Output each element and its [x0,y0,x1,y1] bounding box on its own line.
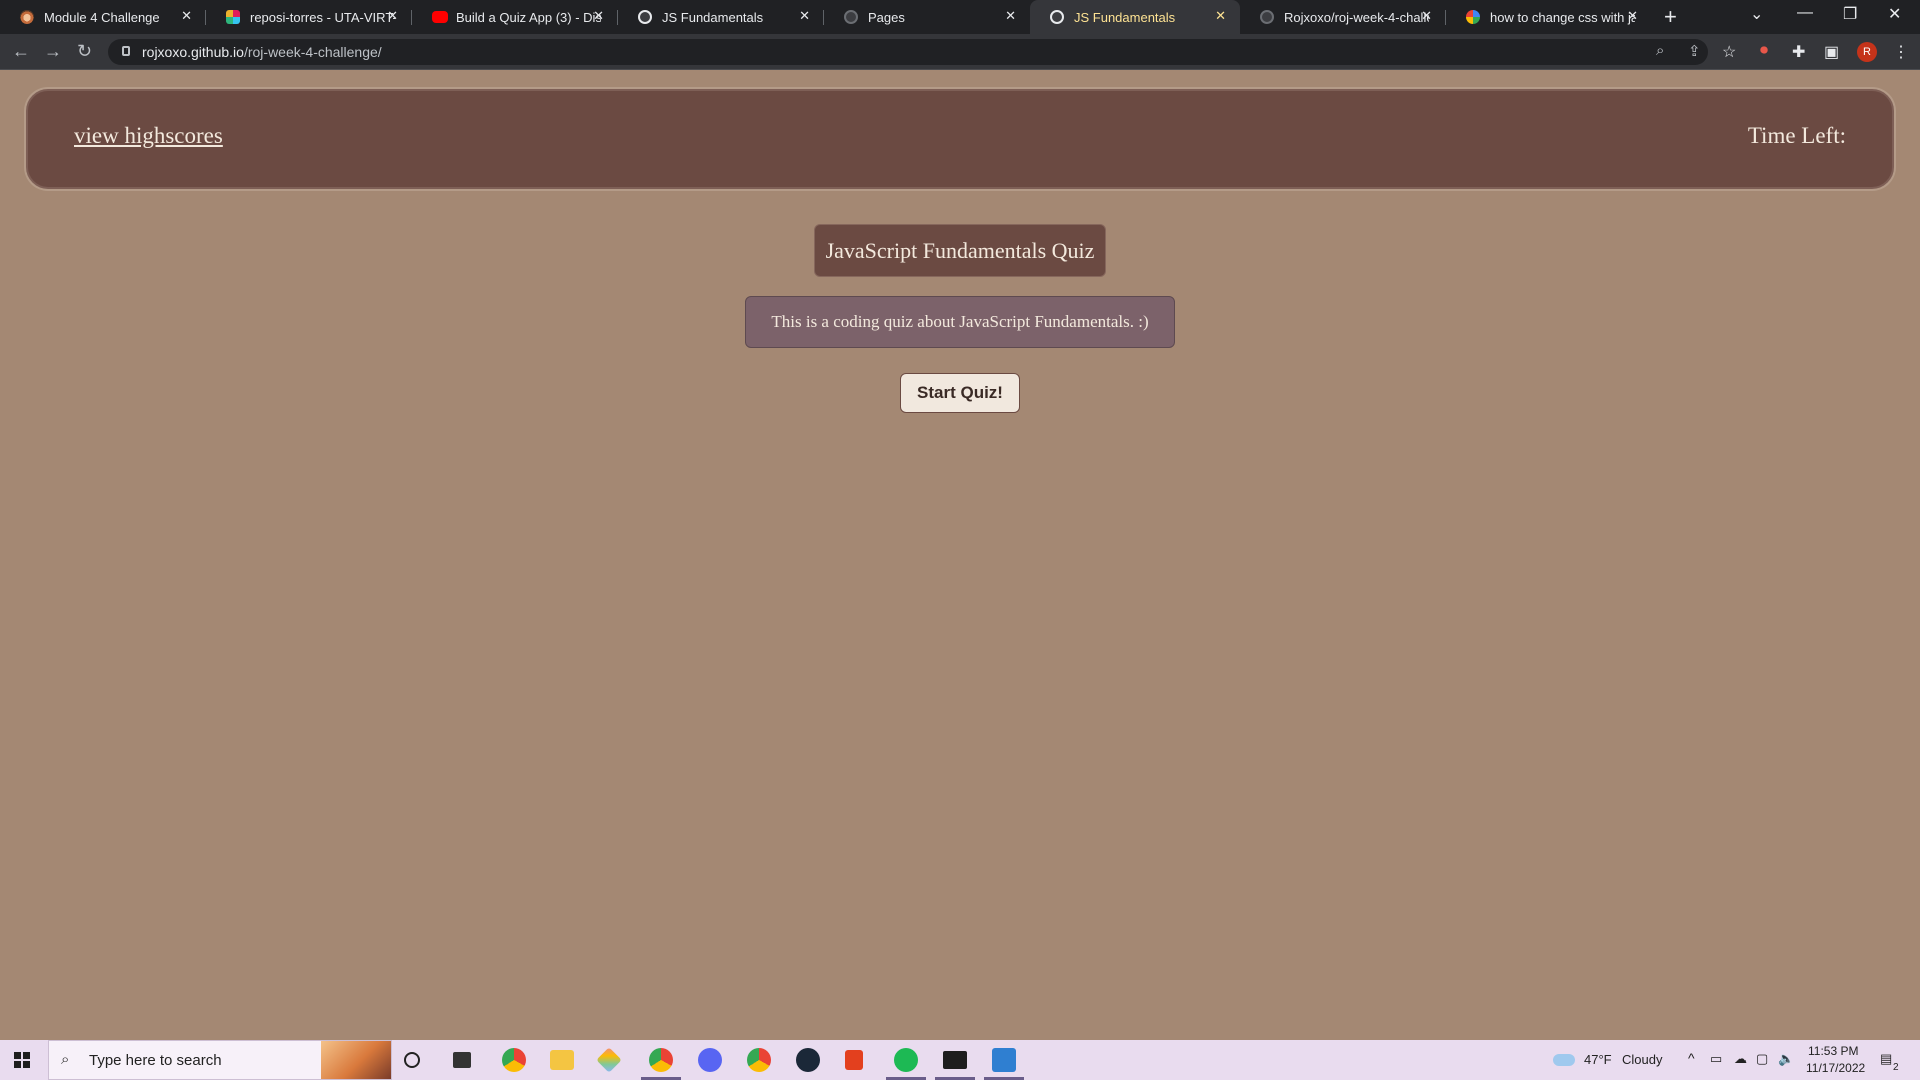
new-tab-plus-icon[interactable]: + [1664,4,1677,30]
search-icon: ⌕ [61,1051,70,1068]
restore-icon[interactable]: ❐ [1843,4,1857,24]
page-content: view highscores Time Left: JavaScript Fu… [0,71,1920,1040]
extensions-puzzle-icon[interactable]: ✚ [1792,42,1805,62]
minimize-icon[interactable]: — [1797,4,1813,22]
app-diamond-icon[interactable] [596,1047,622,1073]
display-icon[interactable]: ▢ [1756,1051,1768,1067]
close-icon[interactable]: ✕ [387,8,398,24]
tab-js-fundamentals[interactable]: JS Fundamentals ✕ [618,0,824,34]
terminal-icon[interactable] [943,1051,967,1069]
view-highscores-link[interactable]: view highscores [74,123,223,149]
github-icon [1260,10,1274,24]
tab-search-chevron-icon[interactable]: ⌄ [1750,4,1763,24]
profile-avatar[interactable]: R [1857,42,1877,62]
youtube-icon [432,11,448,23]
weather-condition[interactable]: Cloudy [1622,1052,1662,1067]
notifications-icon[interactable]: ▤ [1880,1051,1892,1067]
back-arrow-icon[interactable]: ← [12,41,30,62]
close-icon[interactable]: ✕ [593,8,604,24]
close-icon[interactable]: ✕ [1215,8,1226,24]
vscode-icon[interactable] [992,1048,1016,1072]
share-icon[interactable]: ⇪ [1688,42,1701,60]
browser-toolbar: ← → ↻ rojxoxo.github.io/roj-week-4-chall… [0,34,1920,70]
search-highlight-art [321,1041,391,1079]
clock-date[interactable]: 11/17/2022 [1806,1061,1865,1075]
task-view-icon[interactable] [453,1052,471,1068]
lock-icon [122,46,130,56]
clock-time[interactable]: 11:53 PM [1808,1044,1858,1058]
tab-title: JS Fundamentals [662,10,764,25]
github-icon [844,10,858,24]
tab-title: Build a Quiz App (3) - Disp [456,10,601,25]
tab-strip: Module 4 Challenge ✕ reposi-torres - UTA… [0,0,1920,34]
file-explorer-icon[interactable] [550,1050,574,1070]
tab-title: Rojxoxo/roj-week-4-challe [1284,10,1429,25]
quiz-header: view highscores Time Left: [26,89,1894,189]
close-icon[interactable]: ✕ [1005,8,1016,24]
quiz-description: This is a coding quiz about JavaScript F… [745,296,1175,348]
cortana-icon[interactable] [404,1052,420,1068]
network-icon[interactable]: ▭ [1710,1051,1722,1067]
tab-rojxoxo-repo[interactable]: Rojxoxo/roj-week-4-challe ✕ [1240,0,1446,34]
chrome-icon[interactable] [502,1048,526,1072]
close-icon[interactable]: ✕ [1421,8,1432,24]
globe-icon [1050,10,1064,24]
bookmark-star-icon[interactable]: ☆ [1722,42,1736,62]
tab-title: Pages [868,10,905,25]
tab-title: how to change css with ja [1490,10,1635,25]
tab-build-a-quiz-app[interactable]: Build a Quiz App (3) - Disp ✕ [412,0,618,34]
slack-icon [226,10,240,24]
forward-arrow-icon[interactable]: → [44,41,62,62]
cloud-icon[interactable] [1553,1054,1575,1066]
time-left-label: Time Left: [1747,123,1846,148]
chevron-up-icon[interactable]: ^ [1688,1050,1695,1066]
address-bar[interactable]: rojxoxo.github.io/roj-week-4-challenge/ … [108,39,1708,65]
spotify-icon[interactable] [894,1048,918,1072]
extension-record-icon[interactable]: ⏺ [1760,42,1768,60]
tab-reposi-torres[interactable]: reposi-torres - UTA-VIRT-F ✕ [206,0,412,34]
tab-title: JS Fundamentals [1074,10,1176,25]
close-icon[interactable]: ✕ [799,8,810,24]
close-icon[interactable]: ✕ [1627,8,1638,24]
menu-kebab-icon[interactable]: ⋮ [1893,42,1909,62]
windows-start-icon[interactable] [14,1052,30,1068]
notification-count: 2 [1893,1062,1899,1073]
google-icon [1466,10,1480,24]
tab-module-4-challenge[interactable]: Module 4 Challenge ✕ [0,0,206,34]
close-icon[interactable]: ✕ [181,8,192,24]
tab-js-fundamentals-active[interactable]: JS Fundamentals ✕ [1030,0,1240,34]
tab-pages[interactable]: Pages ✕ [824,0,1030,34]
taskbar-search-box[interactable]: ⌕ Type here to search [48,1040,392,1080]
tab-title: reposi-torres - UTA-VIRT-F [250,10,395,25]
chrome-profile-icon[interactable] [649,1048,673,1072]
start-quiz-button[interactable]: Start Quiz! [900,373,1020,413]
reload-icon[interactable]: ↻ [77,41,92,62]
tab-google-search[interactable]: how to change css with ja ✕ [1446,0,1652,34]
volume-icon[interactable]: 🔈 [1778,1051,1794,1067]
window-close-icon[interactable]: ✕ [1888,4,1901,24]
side-panel-icon[interactable]: ▣ [1824,42,1839,62]
tab-title: Module 4 Challenge [44,10,160,25]
windows-taskbar: ⌕ Type here to search 47°F Cloudy ^ ▭ ☁ … [0,1040,1920,1080]
weather-temp[interactable]: 47°F [1584,1052,1612,1067]
quiz-title: JavaScript Fundamentals Quiz [814,224,1106,277]
fire-icon [20,10,34,24]
url-host: rojxoxo.github.io [142,44,244,60]
globe-icon [638,10,652,24]
url-text[interactable]: rojxoxo.github.io/roj-week-4-challenge/ [142,44,382,60]
search-placeholder: Type here to search [89,1052,222,1069]
chrome-secondary-icon[interactable] [747,1048,771,1072]
steam-icon[interactable] [796,1048,820,1072]
zoom-icon[interactable]: ⌕ [1656,42,1664,59]
office-icon[interactable] [845,1050,863,1070]
onedrive-icon[interactable]: ☁ [1734,1051,1747,1067]
url-path: /roj-week-4-challenge/ [243,44,382,60]
discord-icon[interactable] [698,1048,722,1072]
